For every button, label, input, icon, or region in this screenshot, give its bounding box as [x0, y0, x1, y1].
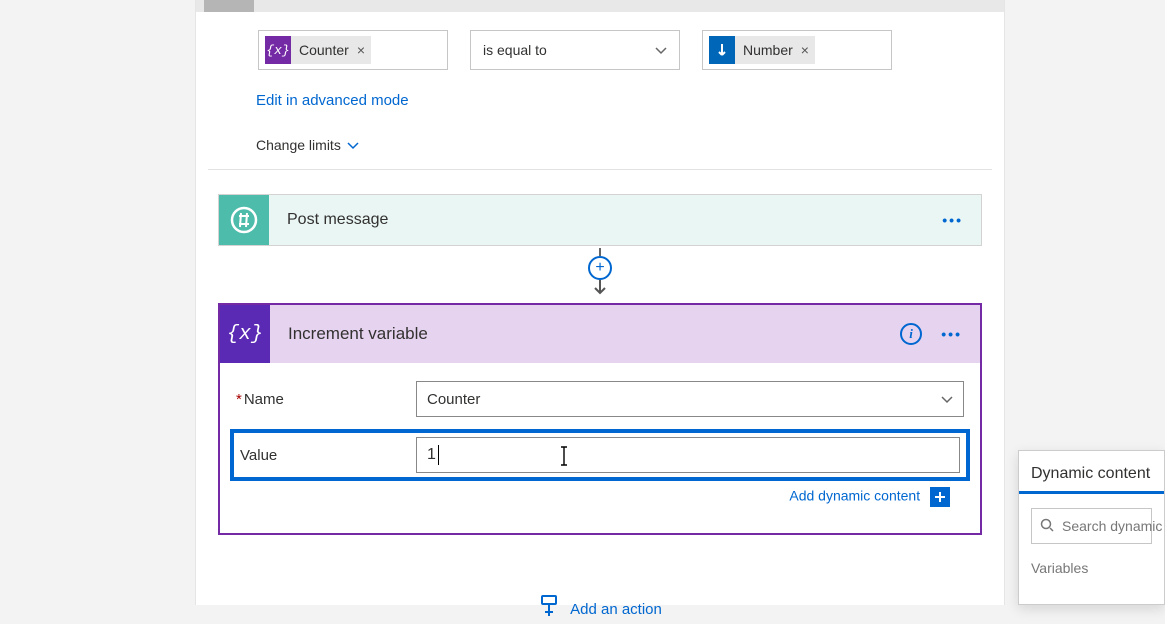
- token-chip-number[interactable]: Number ×: [709, 36, 815, 64]
- connector-line: [599, 248, 601, 256]
- value-input[interactable]: 1: [416, 437, 960, 473]
- card-title: Increment variable: [288, 324, 428, 344]
- card-header-strip: [196, 0, 1004, 12]
- value-text: 1: [427, 446, 436, 464]
- dynamic-content-panel: Dynamic content Search dynamic content V…: [1018, 450, 1165, 605]
- divider: [208, 169, 992, 170]
- hash-icon: [219, 195, 269, 245]
- value-field-row-highlighted: Value 1: [230, 429, 970, 481]
- condition-expression-row: {x} Counter × is equal to Number ×: [258, 30, 974, 70]
- add-dynamic-content-link[interactable]: Add dynamic content: [789, 488, 920, 504]
- dynamic-content-tab[interactable]: Dynamic content: [1019, 451, 1164, 494]
- card-connector: +: [196, 248, 1004, 299]
- edit-advanced-mode-row: Edit in advanced mode: [256, 92, 974, 109]
- add-dynamic-content-row: Add dynamic content: [236, 481, 964, 507]
- change-limits-link[interactable]: Change limits: [256, 137, 341, 153]
- dynamic-content-group-label: Variables: [1019, 554, 1164, 582]
- name-value: Counter: [427, 391, 480, 408]
- dynamic-content-badge-icon[interactable]: [930, 487, 950, 507]
- remove-token-button[interactable]: ×: [801, 42, 809, 58]
- insert-step-button[interactable]: +: [588, 256, 612, 280]
- increment-card-header[interactable]: {x} Increment variable i •••: [220, 305, 980, 363]
- condition-left-operand[interactable]: {x} Counter ×: [258, 30, 448, 70]
- increment-card-body: *Name Counter Value 1 Add dy: [220, 363, 980, 533]
- variable-icon: {x}: [220, 305, 270, 363]
- post-message-card[interactable]: Post message •••: [218, 194, 982, 246]
- card-title: Post message: [287, 211, 388, 229]
- edit-advanced-mode-link[interactable]: Edit in advanced mode: [256, 92, 409, 109]
- add-action-icon: [538, 595, 560, 624]
- text-cursor: [438, 445, 439, 465]
- card-menu-button[interactable]: •••: [942, 212, 963, 228]
- search-icon: [1040, 518, 1054, 535]
- arrow-down-icon: [592, 280, 608, 299]
- condition-right-operand[interactable]: Number ×: [702, 30, 892, 70]
- increment-variable-card: {x} Increment variable i ••• *Name Count…: [218, 303, 982, 535]
- flow-canvas: {x} Counter × is equal to Number ×: [195, 0, 1005, 605]
- dynamic-content-search[interactable]: Search dynamic content: [1031, 508, 1152, 544]
- chevron-down-icon: [347, 139, 359, 151]
- change-limits-row[interactable]: Change limits: [256, 137, 974, 153]
- variable-icon: {x}: [265, 36, 291, 64]
- info-icon[interactable]: i: [900, 323, 922, 345]
- chevron-down-icon: [655, 44, 667, 56]
- active-tab-indicator: [204, 0, 254, 12]
- name-field-row: *Name Counter: [236, 379, 964, 419]
- add-action-link[interactable]: Add an action: [570, 601, 662, 618]
- condition-card-body: {x} Counter × is equal to Number ×: [196, 12, 1004, 153]
- token-label: Number: [735, 42, 801, 58]
- chevron-down-icon: [941, 393, 953, 405]
- number-icon: [709, 36, 735, 64]
- ibeam-cursor-icon: [557, 445, 571, 472]
- token-chip-counter[interactable]: {x} Counter ×: [265, 36, 371, 64]
- token-label: Counter: [291, 42, 357, 58]
- remove-token-button[interactable]: ×: [357, 42, 365, 58]
- card-menu-button[interactable]: •••: [941, 326, 962, 342]
- search-placeholder: Search dynamic content: [1062, 518, 1165, 534]
- add-action-row[interactable]: Add an action: [196, 595, 1004, 624]
- name-select[interactable]: Counter: [416, 381, 964, 417]
- value-label: Value: [240, 447, 416, 464]
- name-label: *Name: [236, 391, 416, 408]
- condition-operator-select[interactable]: is equal to: [470, 30, 680, 70]
- operator-label: is equal to: [483, 42, 547, 58]
